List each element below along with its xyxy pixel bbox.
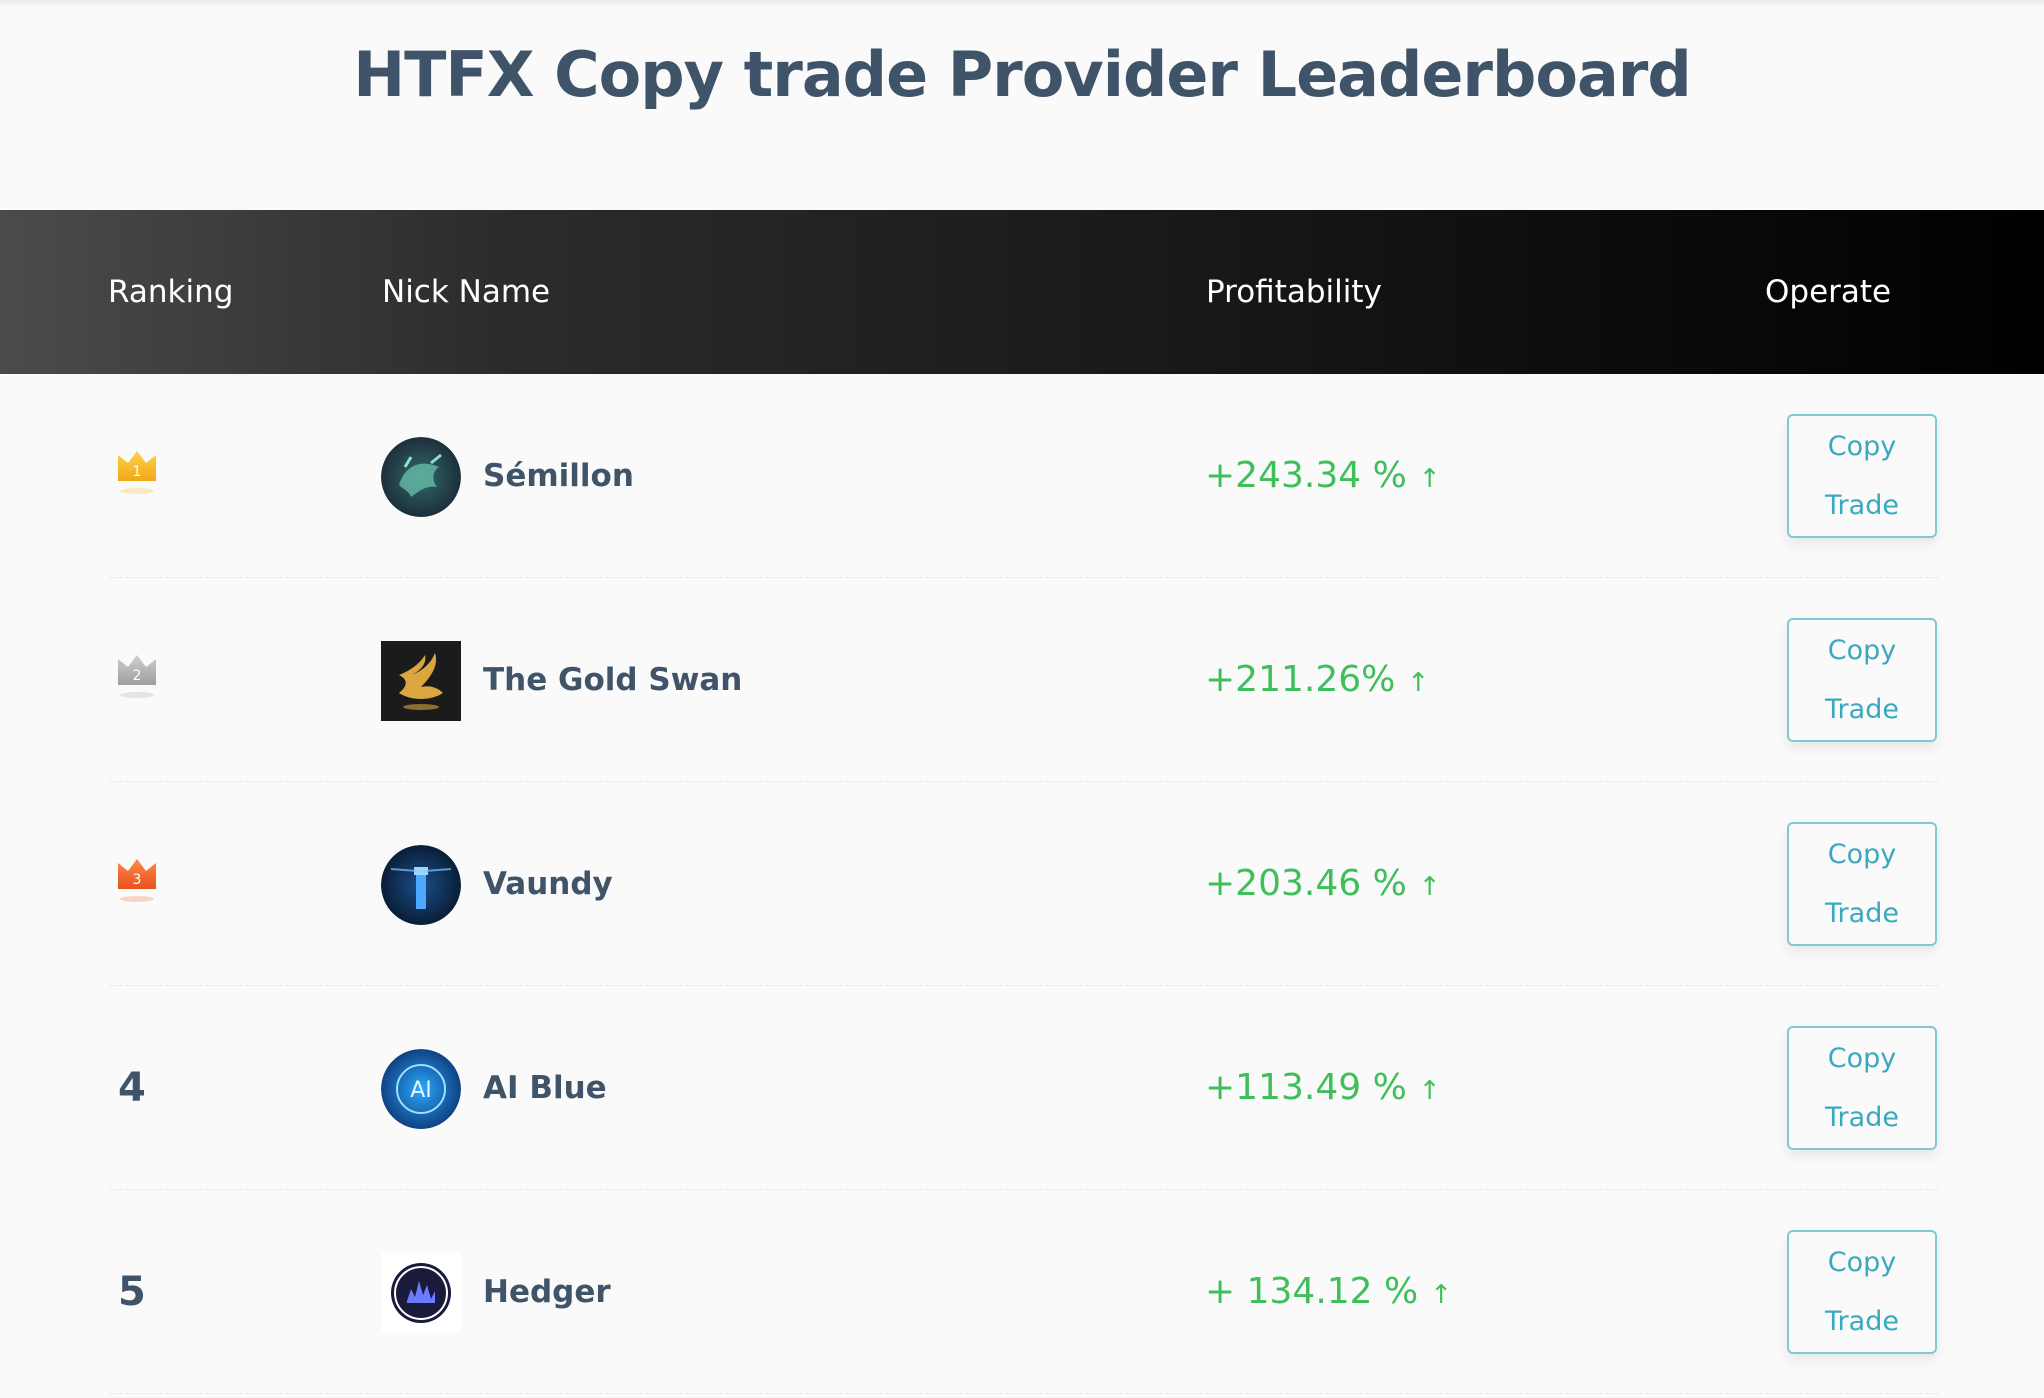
arrow-up-icon: ↑	[1418, 872, 1441, 902]
provider-name: Hedger	[483, 1274, 611, 1310]
bronze-crown-icon: 3	[118, 859, 156, 902]
table-row: 1 Sémillon +243.34 % ↑ Copy Trade	[0, 374, 2044, 578]
table-header: Ranking Nick Name Profitability Operate	[0, 210, 2044, 374]
arrow-up-icon: ↑	[1418, 1076, 1441, 1106]
silver-crown-icon: 2	[118, 655, 156, 698]
gold-swan-avatar	[381, 641, 461, 721]
header-profitability: Profitability	[1206, 274, 1382, 310]
table-row: 5 Hedger + 134.12 % ↑ Copy Trade	[0, 1190, 2044, 1394]
profitability-value: +211.26% ↑	[1205, 659, 1430, 700]
ai-avatar-text: AI	[410, 1078, 432, 1103]
copy-trade-button[interactable]: Copy Trade	[1787, 822, 1937, 946]
rank-number: 5	[118, 1269, 146, 1315]
copy-trade-button[interactable]: Copy Trade	[1787, 1230, 1937, 1354]
row-divider	[110, 1393, 1938, 1394]
header-operate: Operate	[1765, 274, 1892, 310]
crown-rank-label: 3	[133, 872, 142, 888]
ai-avatar: AI	[381, 1049, 461, 1129]
profitability-value: +243.34 % ↑	[1205, 455, 1441, 496]
profitability-value: + 134.12 % ↑	[1205, 1271, 1453, 1312]
bull-avatar	[381, 437, 461, 517]
arrow-up-icon: ↑	[1418, 464, 1441, 494]
table-row: 3 Vaundy +203.46 % ↑ Copy Trade	[0, 782, 2044, 986]
profitability-value: +113.49 % ↑	[1205, 1067, 1441, 1108]
crown-rank-label: 1	[133, 464, 142, 480]
rank-number: 4	[118, 1065, 146, 1111]
arrow-up-icon: ↑	[1407, 668, 1430, 698]
crown-rank-label: 2	[133, 668, 142, 684]
provider-name: Vaundy	[483, 866, 613, 902]
provider-name: AI Blue	[483, 1070, 607, 1106]
copy-trade-button[interactable]: Copy Trade	[1787, 618, 1937, 742]
page-title: HTFX Copy trade Provider Leaderboard	[353, 38, 1692, 111]
header-nick-name: Nick Name	[382, 274, 551, 310]
copy-trade-button[interactable]: Copy Trade	[1787, 1026, 1937, 1150]
top-shadow-line	[0, 0, 2044, 6]
table-row: 4 AI AI Blue +113.49 % ↑ Copy Trade	[0, 986, 2044, 1190]
provider-name: Sémillon	[483, 458, 634, 494]
lighthouse-avatar	[381, 845, 461, 925]
profitability-value: +203.46 % ↑	[1205, 863, 1441, 904]
arrow-up-icon: ↑	[1430, 1280, 1453, 1310]
hedger-avatar	[381, 1253, 461, 1333]
provider-name: The Gold Swan	[483, 662, 743, 698]
table-row: 2 The Gold Swan +211.26% ↑ Copy Trade	[0, 578, 2044, 782]
copy-trade-button[interactable]: Copy Trade	[1787, 414, 1937, 538]
header-ranking: Ranking	[108, 274, 234, 310]
gold-crown-icon: 1	[118, 451, 156, 494]
leaderboard-page: HTFX Copy trade Provider Leaderboard Ran…	[0, 0, 2044, 1398]
